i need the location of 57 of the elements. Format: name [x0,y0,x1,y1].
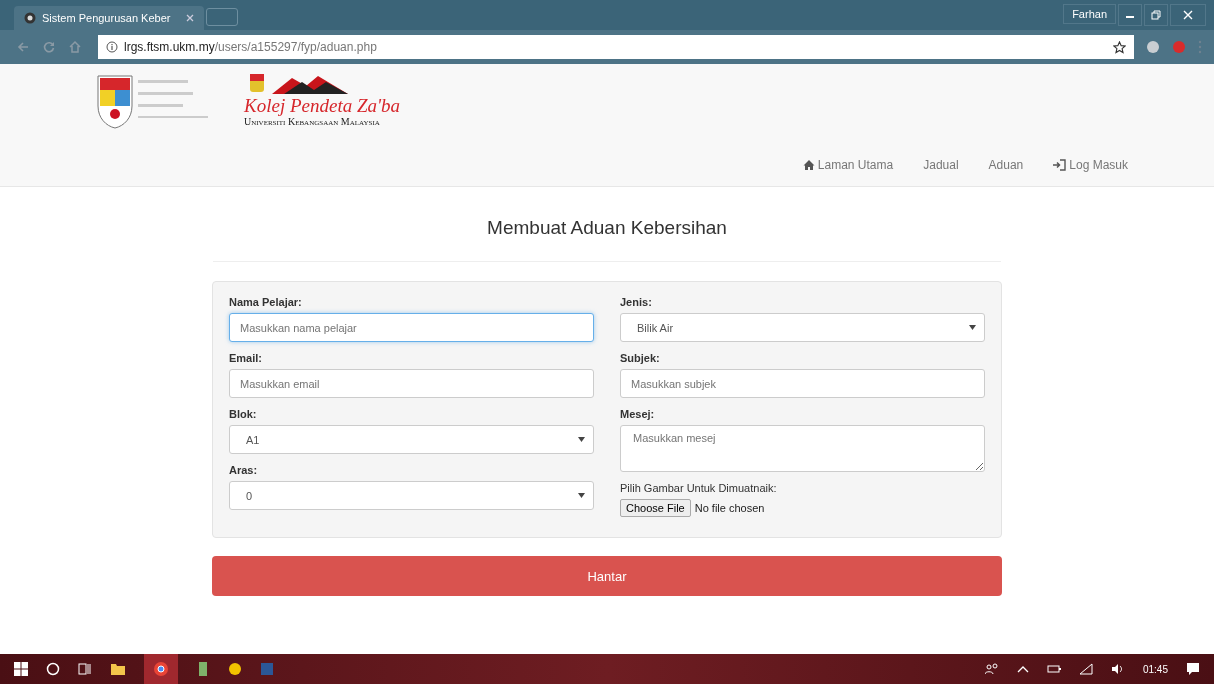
folder-icon[interactable] [110,662,126,676]
people-icon[interactable] [984,663,999,675]
caret-icon [578,493,585,498]
page-title: Membuat Aduan Kebersihan [487,217,727,239]
text-field[interactable]: Masukkan email [229,369,594,398]
dropdown[interactable]: 0 [229,481,594,510]
close-icon [1183,10,1193,20]
college-name: Kolej Pendeta Za'ba [244,96,401,116]
nav-link[interactable]: Jadual [923,158,959,172]
field-label: Email: [229,352,263,364]
field-label: Pilih Gambar Untuk Dimuatnaik: [620,482,778,494]
clock[interactable]: 01:45 [1142,663,1168,675]
dropdown[interactable]: Bilik Air [620,313,985,342]
speaker-icon[interactable] [1110,663,1125,675]
choose-file-button[interactable]: Choose File [620,499,691,517]
text-field[interactable]: Masukkan nama pelajar [229,313,594,342]
search-icon[interactable] [46,662,60,676]
restore-icon [1151,10,1161,20]
profile-button[interactable]: Farhan [1063,4,1116,24]
field-label: Aras: [229,464,259,476]
close-button[interactable] [1170,4,1206,26]
field-label: Blok: [229,408,258,420]
close-icon[interactable] [186,14,194,22]
info-icon [106,41,118,53]
site-icon [24,12,36,24]
battery-icon[interactable] [1046,664,1061,674]
star-icon[interactable] [1113,40,1126,54]
home-icon [802,159,815,171]
nav-link[interactable]: Laman Utama [802,158,894,172]
nav-link[interactable]: Aduan [988,158,1024,172]
address-field[interactable]: lrgs.ftsm.ukm.my/users/a155297/fyp/aduan.php [98,35,1134,59]
field-label: Subjek: [620,352,661,364]
file-status: No file chosen [694,502,765,514]
login-icon [1053,159,1067,171]
field-label: Nama Pelajar: [229,296,303,308]
field-label: Jenis: [620,296,653,308]
extension-icon[interactable] [1146,40,1160,54]
app-icon[interactable] [196,661,210,677]
field-label: Mesej: [620,408,656,420]
caret-icon [578,437,585,442]
browser-icon[interactable] [153,661,169,677]
chevron-up-icon[interactable] [1016,664,1029,674]
windows-start-icon[interactable] [14,662,28,676]
app-icon[interactable] [228,662,242,676]
wifi-icon[interactable] [1078,663,1093,675]
notification-icon[interactable] [1186,662,1200,676]
text-field[interactable]: Masukkan subjek [620,369,985,398]
submit-button[interactable]: Hantar [212,556,1002,596]
restore-button[interactable] [1144,4,1168,26]
nav-link[interactable]: Log Masuk [1053,158,1128,172]
task-view-icon[interactable] [78,662,92,676]
browser-tab[interactable]: Sistem Pengurusan Keber [14,6,204,30]
dropdown[interactable]: A1 [229,425,594,454]
caret-icon [969,325,976,330]
minimize-button[interactable] [1118,4,1142,26]
message-field[interactable]: Masukkan mesej [620,425,985,472]
university-name: Universiti Kebangsaan Malaysia [244,116,381,127]
